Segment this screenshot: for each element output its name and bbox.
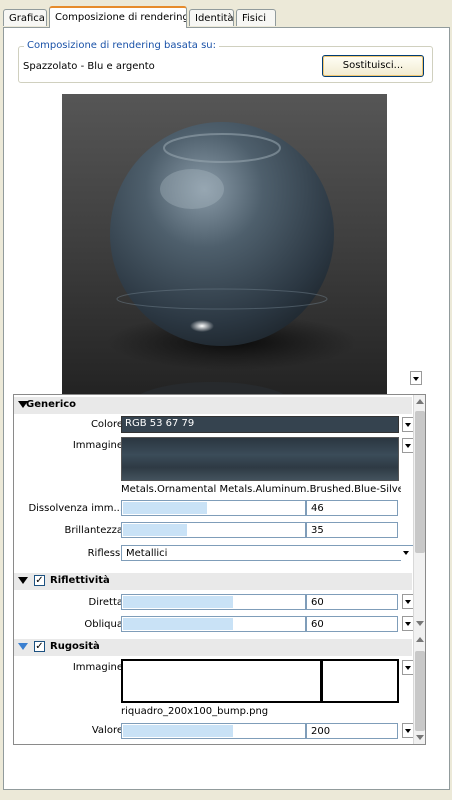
chevron-down-icon [401,546,413,561]
direct-label: Diretta [88,597,124,608]
section-rugosita-label: Rugosità [50,641,100,652]
fade-input[interactable]: 46 [306,500,398,516]
tab-fisici[interactable]: Fisici [236,9,276,26]
fade-label: Dissolvenza imm... [28,503,123,514]
color-value: RGB 53 67 79 [125,418,195,429]
oblique-input[interactable]: 60 [306,616,398,632]
section-riflettivita-header[interactable]: ✓ Riflettività [14,573,412,590]
gloss-input[interactable]: 35 [306,522,398,538]
section-riflettivita-label: Riflettività [50,575,110,586]
bump-image-thumbnail[interactable] [121,659,399,703]
color-label: Colore [90,419,123,430]
scroll-thumb-lower[interactable] [415,651,425,731]
scroll-up-icon[interactable] [416,637,424,642]
composition-value: Spazzolato - Blu e argento [23,61,155,72]
riflettivita-checkbox[interactable]: ✓ [34,575,45,586]
preview-sphere-image [107,122,357,417]
scroll-thumb[interactable] [415,411,425,553]
section-generico-label: Generico [26,399,77,410]
preview-options-dropdown[interactable] [410,371,422,385]
replace-button[interactable]: Sostituisci... [322,55,424,77]
gloss-label: Brillantezza [64,525,123,536]
oblique-label: Obliqua [84,619,123,630]
image-filename: Metals.Ornamental Metals.Aluminum.Brushe… [121,484,401,495]
collapse-triangle-icon[interactable] [18,577,28,584]
properties-scrollbar[interactable] [413,395,425,744]
section-rugosita-header[interactable]: ✓ Rugosità [14,639,412,656]
bump-image-label: Immagine [72,662,123,673]
composition-group: Composizione di rendering basata su: Spa… [18,40,433,83]
composition-legend: Composizione di rendering basata su: [24,40,220,51]
properties-panel: Generico Colore RGB 53 67 79 Immagine Me… [13,394,426,745]
material-preview [62,94,387,417]
scroll-down-icon[interactable] [416,621,424,626]
tab-composizione-rendering[interactable]: Composizione di rendering [49,6,187,28]
bump-value-slider[interactable] [121,723,306,739]
direct-slider[interactable] [121,594,306,610]
oblique-slider[interactable] [121,616,306,632]
highlights-select[interactable]: Metallici [121,545,414,561]
tab-identita[interactable]: Identità [189,9,234,26]
direct-input[interactable]: 60 [306,594,398,610]
image-thumbnail[interactable] [121,437,399,481]
section-generico-header[interactable]: Generico [14,397,412,414]
bump-value-label: Valore [91,725,123,736]
tab-grafica[interactable]: Grafica [3,9,47,26]
bump-image-filename: riquadro_200x100_bump.png [121,706,269,717]
highlights-label: Riflessi [87,548,123,559]
collapse-triangle-icon[interactable] [18,643,28,650]
fade-slider[interactable] [121,500,306,516]
image-label: Immagine [72,440,123,451]
rugosita-checkbox[interactable]: ✓ [34,641,45,652]
bump-value-input[interactable]: 200 [306,723,398,739]
scroll-down-icon[interactable] [416,735,424,740]
tab-bar: Grafica Composizione di rendering Identi… [0,0,452,30]
gloss-slider[interactable] [121,522,306,538]
color-swatch[interactable]: RGB 53 67 79 [121,416,399,433]
scroll-up-icon[interactable] [416,399,424,404]
